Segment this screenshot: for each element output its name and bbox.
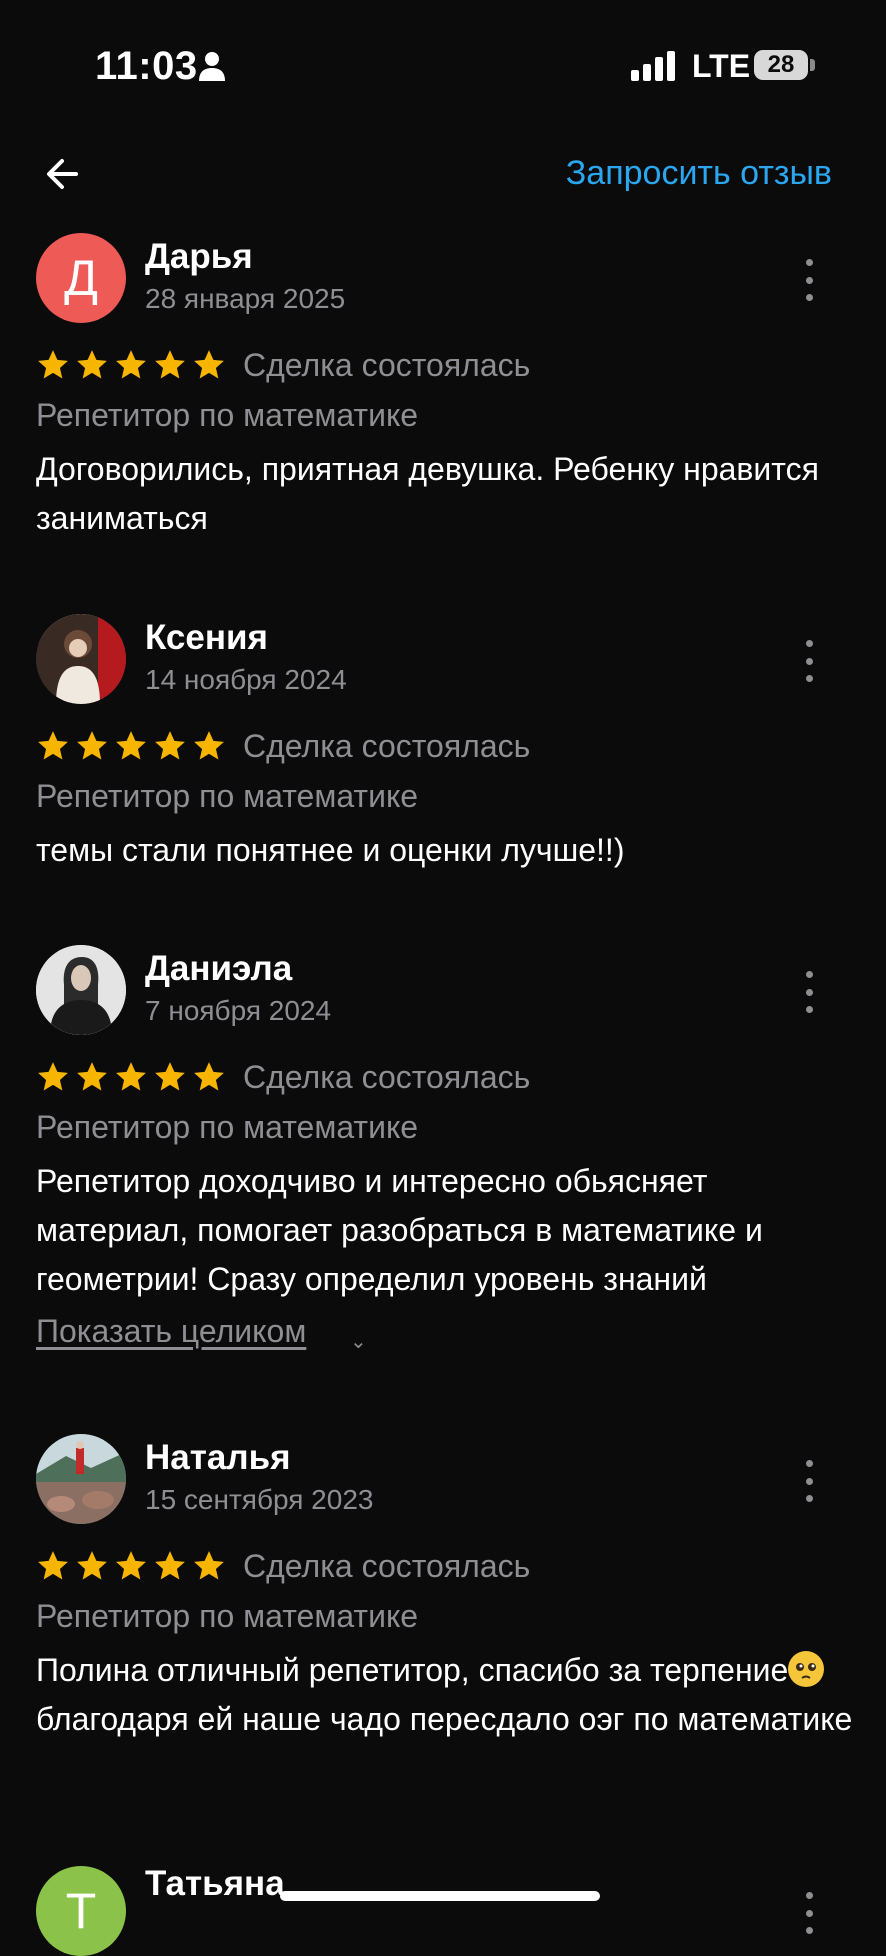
avatar[interactable]: Т: [36, 1866, 126, 1956]
star-icon: [155, 1551, 185, 1580]
star-icon: [194, 1551, 224, 1580]
back-button[interactable]: [34, 146, 90, 202]
more-vertical-icon[interactable]: [794, 640, 824, 682]
network-type: LTE: [692, 48, 751, 84]
star-icon: [194, 1062, 224, 1091]
deal-status: Сделка состоялась: [243, 727, 531, 764]
star-icon: [155, 1062, 185, 1091]
reviewer-name[interactable]: Татьяна: [145, 1864, 285, 1904]
star-icon: [38, 1062, 68, 1091]
person-icon: [199, 52, 225, 81]
review-category: Репетитор по математике: [36, 778, 419, 814]
battery-level: 28: [767, 51, 795, 78]
review-text: Полина отличный репетитор, спасибо за те…: [36, 1646, 856, 1744]
star-icon: [38, 1551, 68, 1580]
signal-icon: [631, 51, 675, 81]
avatar-letter: Д: [64, 250, 98, 306]
battery-indicator: 28: [754, 50, 808, 80]
show-more-link[interactable]: Показать целиком: [36, 1313, 306, 1350]
more-vertical-icon[interactable]: [794, 971, 824, 1013]
avatar-letter: Т: [65, 1883, 97, 1939]
star-icon: [116, 350, 146, 379]
review-text: Договорились, приятная девушка. Ребенку …: [36, 451, 819, 536]
star-icon: [194, 731, 224, 760]
avatar[interactable]: [36, 945, 126, 1035]
chevron-down-icon[interactable]: ⌄: [350, 1329, 367, 1354]
star-icon: [194, 350, 224, 379]
reviewer-name[interactable]: Ксения: [145, 618, 268, 658]
star-icon: [77, 731, 107, 760]
star-icon: [116, 731, 146, 760]
star-icon: [38, 350, 68, 379]
home-indicator[interactable]: [280, 1891, 600, 1901]
avatar-photo-icon: [36, 1434, 126, 1524]
more-vertical-icon[interactable]: [794, 1892, 824, 1934]
star-icon: [116, 1551, 146, 1580]
star-icon: [116, 1062, 146, 1091]
status-bar: 11:03 LTE 28: [0, 0, 886, 130]
review-category: Репетитор по математике: [36, 1109, 419, 1145]
avatar-photo-icon: [36, 945, 126, 1035]
star-icon: [38, 731, 68, 760]
emoji-icon: [788, 1651, 825, 1687]
star-icon: [155, 350, 185, 379]
avatar[interactable]: [36, 1434, 126, 1524]
battery-tip: [810, 59, 815, 71]
deal-status: Сделка состоялась: [243, 1547, 531, 1584]
rating-row: Сделка состоялась: [36, 1546, 530, 1586]
avatar-photo-icon: [36, 614, 126, 704]
deal-status: Сделка состоялась: [243, 1058, 531, 1095]
deal-status: Сделка состоялась: [243, 346, 531, 383]
rating-row: Сделка состоялась: [36, 726, 530, 766]
back-arrow-icon: [47, 159, 78, 189]
review-text: темы стали понятнее и оценки лучше!!): [36, 832, 625, 868]
review-text-part: Полина отличный репетитор, спасибо за те…: [36, 1652, 789, 1688]
star-icon: [77, 1062, 107, 1091]
review-date: 14 ноября 2024: [145, 664, 347, 695]
review-date: 28 января 2025: [145, 283, 346, 314]
review-date: 15 сентября 2023: [145, 1484, 374, 1515]
review-text: Репетитор доходчиво и интересно обьясняе…: [36, 1163, 763, 1297]
star-icon: [77, 350, 107, 379]
request-review-link[interactable]: Запросить отзыв: [566, 154, 832, 193]
more-vertical-icon[interactable]: [794, 259, 824, 301]
reviewer-name[interactable]: Дарья: [145, 237, 253, 277]
review-text-part: благодаря ей наше чадо пересдало оэг по …: [36, 1701, 853, 1737]
review-date: 7 ноября 2024: [145, 995, 332, 1026]
rating-row: Сделка состоялась: [36, 345, 530, 385]
review-category: Репетитор по математике: [36, 1598, 419, 1634]
star-icon: [155, 731, 185, 760]
top-nav: Запросить отзыв: [0, 130, 886, 210]
more-vertical-icon[interactable]: [794, 1460, 824, 1502]
reviewer-name[interactable]: Наталья: [145, 1438, 291, 1478]
star-icon: [77, 1551, 107, 1580]
reviewer-name[interactable]: Даниэла: [145, 949, 292, 989]
rating-row: Сделка состоялась: [36, 1057, 530, 1097]
avatar[interactable]: [36, 614, 126, 704]
review-category: Репетитор по математике: [36, 397, 419, 433]
avatar[interactable]: Д: [36, 233, 126, 323]
status-time: 11:03: [95, 44, 198, 88]
